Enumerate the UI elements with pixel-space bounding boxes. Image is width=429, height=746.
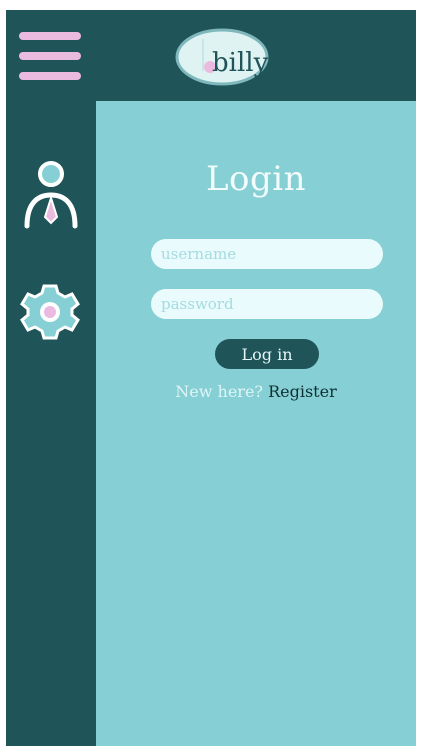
login-panel: Login Log in New here? Register	[96, 101, 416, 746]
sidebar	[6, 101, 96, 746]
gear-icon[interactable]	[20, 282, 80, 342]
password-input[interactable]	[151, 289, 383, 319]
new-here-text: New here?	[175, 382, 263, 401]
login-title: Login	[205, 159, 307, 199]
logo-text: billy	[212, 48, 269, 78]
hamburger-menu-icon[interactable]	[19, 32, 81, 80]
register-prompt: New here? Register	[96, 382, 416, 401]
username-input[interactable]	[151, 239, 383, 269]
app-frame: billy Login Log in New here? Register	[6, 10, 416, 746]
register-link[interactable]: Register	[268, 382, 337, 401]
top-header: billy	[6, 10, 416, 101]
billy-logo: billy	[175, 28, 269, 86]
menu-bar-top	[19, 32, 81, 40]
user-profile-icon[interactable]	[22, 160, 80, 232]
menu-bar-bottom	[19, 72, 81, 80]
menu-bar-middle	[19, 52, 81, 60]
login-button[interactable]: Log in	[215, 339, 319, 369]
